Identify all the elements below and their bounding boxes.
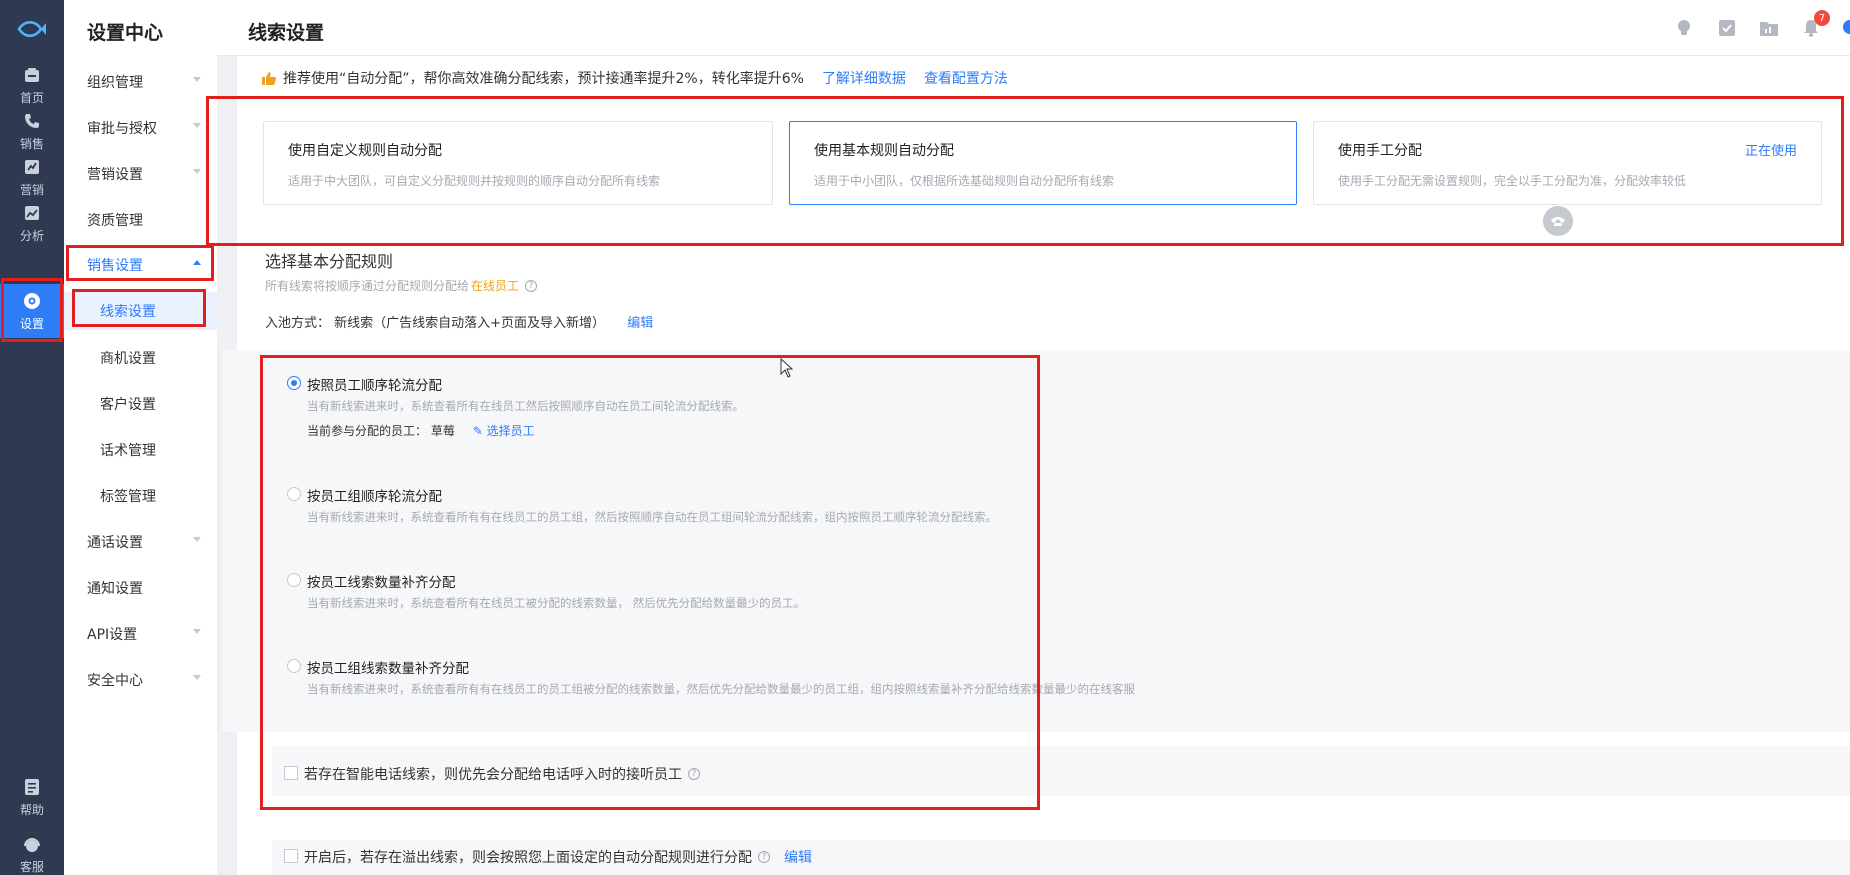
- online-staff-highlight: 在线员工: [471, 279, 520, 293]
- sidebar-item-label: 安全中心: [87, 673, 143, 689]
- sidebar-item-label: 通知设置: [87, 581, 143, 597]
- sidebar-item-api[interactable]: API设置: [64, 614, 217, 654]
- thumbs-up-icon: [261, 70, 277, 86]
- sidebar-item-approval[interactable]: 审批与授权: [64, 108, 217, 148]
- sidebar-item-call[interactable]: 通话设置: [64, 522, 217, 562]
- sidebar-item-label: API设置: [87, 627, 138, 643]
- avatar[interactable]: [1843, 20, 1850, 34]
- phone-icon: [21, 110, 43, 132]
- tip-text: 推荐使用“自动分配”，帮你高效准确分配线索，预计接通率提升2%，转化率提升6%: [283, 71, 804, 87]
- sidebar-item-label: 通话设置: [87, 535, 143, 551]
- sidebar-item-notification[interactable]: 通知设置: [64, 568, 217, 608]
- config-guide-link[interactable]: 查看配置方法: [924, 68, 1008, 88]
- rail-item-service[interactable]: 客服: [0, 835, 64, 875]
- sidebar-item-label: 审批与授权: [87, 121, 157, 137]
- overflow-checkbox[interactable]: [284, 849, 298, 863]
- chevron-down-icon: [193, 675, 201, 680]
- app-rail: 首页 销售 营销 分析 设置 帮助 客服: [0, 0, 64, 875]
- sidebar-item-label: 商机设置: [100, 351, 156, 367]
- lightbulb-icon[interactable]: [1674, 18, 1694, 38]
- sidebar-item-marketing[interactable]: 营销设置: [64, 154, 217, 194]
- sidebar-item-label: 标签管理: [100, 489, 156, 505]
- task-icon[interactable]: [1717, 18, 1737, 38]
- page-title: 线索设置: [248, 22, 325, 44]
- sidebar-item-script[interactable]: 话术管理: [64, 431, 217, 469]
- sidebar-item-customer[interactable]: 客户设置: [64, 385, 217, 423]
- sidebar-item-org[interactable]: 组织管理: [64, 62, 217, 102]
- help-icon: [21, 776, 43, 798]
- service-icon: [21, 835, 43, 855]
- sidebar-item-security[interactable]: 安全中心: [64, 660, 217, 700]
- mouse-cursor-icon: [780, 357, 794, 378]
- app-logo-icon[interactable]: [14, 14, 50, 44]
- marketing-icon: [21, 156, 43, 178]
- learn-more-link[interactable]: 了解详细数据: [822, 68, 906, 88]
- rail-label: 分析: [19, 229, 44, 243]
- sidebar-item-label: 资质管理: [87, 213, 143, 229]
- pool-label: 入池方式：: [265, 316, 331, 331]
- home-icon: [21, 64, 43, 86]
- section-title: 选择基本分配规则: [265, 252, 394, 271]
- chart-icon: [21, 202, 43, 224]
- highlight-box-settings: [1, 278, 63, 342]
- rail-item-help[interactable]: 帮助: [0, 770, 64, 824]
- sidebar-item-label: 组织管理: [87, 75, 143, 91]
- pool-value: 新线索（广告线索自动落入+页面及导入新增）: [334, 316, 606, 331]
- sidebar-item-label: 话术管理: [100, 443, 156, 459]
- highlight-box-rules: [260, 355, 1040, 810]
- overflow-edit-link[interactable]: 编辑: [784, 847, 812, 867]
- question-icon[interactable]: ?: [525, 279, 538, 292]
- chevron-down-icon: [193, 629, 201, 634]
- sidebar-item-label: 客户设置: [100, 397, 156, 413]
- pool-edit-link[interactable]: 编辑: [627, 316, 653, 331]
- chevron-down-icon: [193, 169, 201, 174]
- chevron-down-icon: [193, 77, 201, 82]
- sidebar-item-label: 营销设置: [87, 167, 143, 183]
- rail-label: 帮助: [19, 803, 44, 817]
- highlight-box-sales-settings: [66, 245, 214, 281]
- settings-sidebar: 设置中心 组织管理 审批与授权 营销设置 资质管理 销售设置 线索设置 商机设置…: [64, 0, 217, 875]
- overflow-option[interactable]: 开启后，若存在溢出线索，则会按照您上面设定的自动分配规则进行分配? 编辑: [272, 840, 1850, 875]
- chevron-down-icon: [193, 537, 201, 542]
- section-desc: 所有线索将按顺序通过分配规则分配给 在线员工 ?: [265, 277, 538, 294]
- bell-icon[interactable]: 7: [1801, 10, 1830, 38]
- pool-method-row: 入池方式： 新线索（广告线索自动落入+页面及导入新增） 编辑: [265, 312, 653, 331]
- sidebar-item-qualification[interactable]: 资质管理: [64, 200, 217, 240]
- question-icon[interactable]: ?: [758, 851, 770, 863]
- folder-icon[interactable]: [1759, 18, 1779, 38]
- notification-badge: 7: [1814, 10, 1830, 26]
- topbar: 线索设置 7: [217, 0, 1850, 56]
- rail-label: 客服: [19, 860, 44, 874]
- sidebar-item-tags[interactable]: 标签管理: [64, 477, 217, 515]
- sidebar-title: 设置中心: [87, 22, 164, 44]
- recommend-tip: 推荐使用“自动分配”，帮你高效准确分配线索，预计接通率提升2%，转化率提升6% …: [261, 68, 1008, 88]
- highlight-box-clue-settings: [72, 289, 206, 327]
- sidebar-item-opportunity[interactable]: 商机设置: [64, 339, 217, 377]
- highlight-box-modes: [206, 96, 1844, 246]
- section-desc-text: 所有线索将按顺序通过分配规则分配给: [265, 279, 470, 293]
- overflow-label: 开启后，若存在溢出线索，则会按照您上面设定的自动分配规则进行分配? 编辑: [304, 847, 812, 867]
- chevron-down-icon: [193, 123, 201, 128]
- rail-item-analysis[interactable]: 分析: [0, 196, 64, 250]
- overflow-text: 开启后，若存在溢出线索，则会按照您上面设定的自动分配规则进行分配: [304, 850, 752, 866]
